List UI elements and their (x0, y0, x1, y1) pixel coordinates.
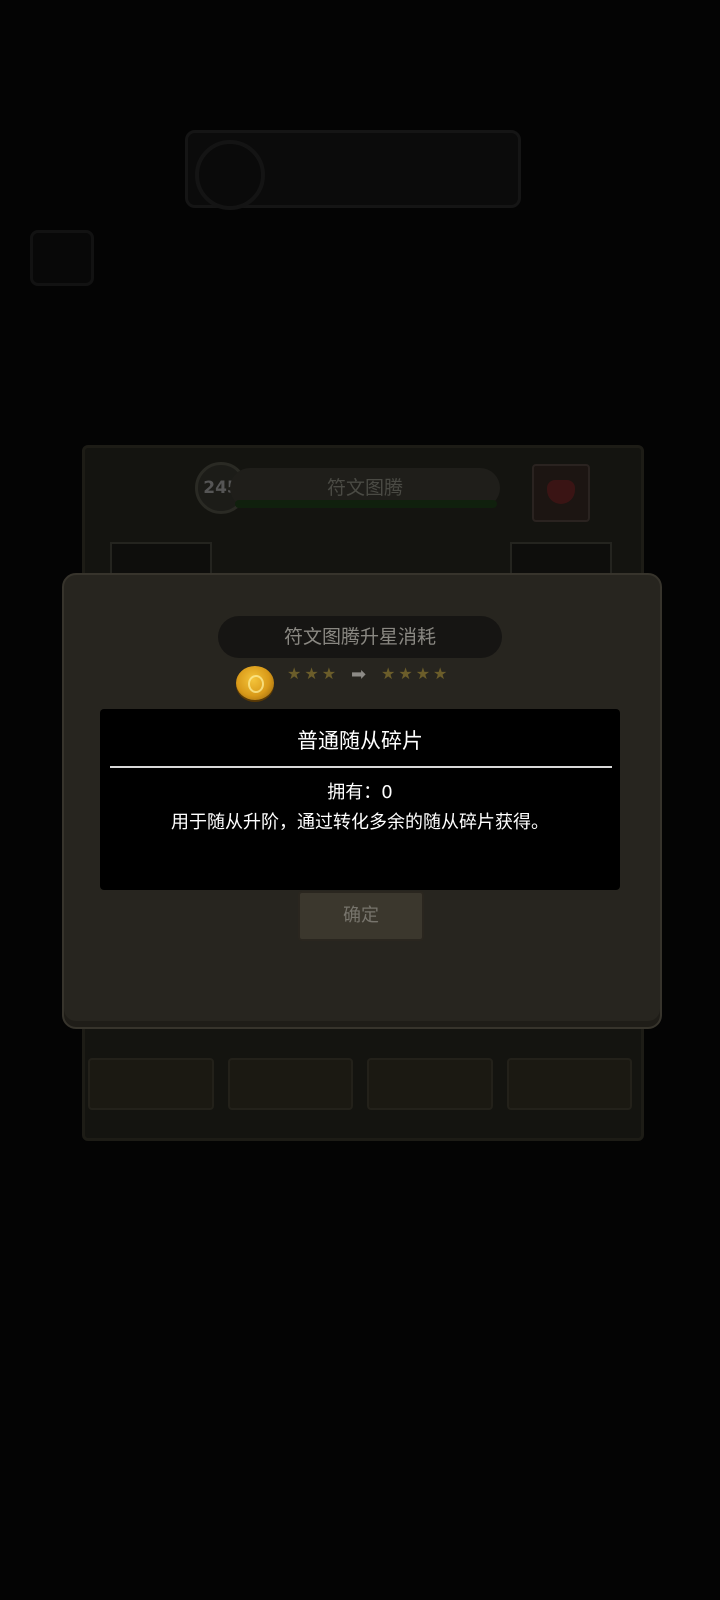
item-tooltip: 普通随从碎片 拥有：0 用于随从升阶，通过转化多余的随从碎片获得。 (100, 709, 620, 890)
owned-label: 拥有： (327, 782, 382, 803)
bottom-tabs (88, 1058, 632, 1110)
star-icon: ★ (321, 664, 337, 683)
owned-value: 0 (381, 782, 393, 803)
target-stars: ★ ★ ★ ★ (381, 664, 447, 683)
player-avatar (195, 140, 265, 210)
screen: 245 符文图腾 符文图腾升星消耗 ★ ★ ★ ➡ ★ ★ ★ ★ 确定 普通随从碎片 拥… (0, 0, 720, 1600)
star-icon: ★ (381, 664, 396, 683)
tab-1 (88, 1058, 214, 1110)
tab-4 (506, 1058, 632, 1110)
progress-bar (235, 500, 497, 508)
star-icon: ★ (415, 664, 431, 683)
tooltip-divider (110, 766, 612, 768)
tooltip-owned: 拥有：0 (100, 778, 620, 804)
tab-3 (367, 1058, 493, 1110)
gold-coin-icon[interactable] (236, 666, 274, 700)
tab-2 (227, 1058, 353, 1110)
current-stars: ★ ★ ★ (287, 664, 336, 683)
tooltip-description: 用于随从升阶，通过转化多余的随从碎片获得。 (171, 812, 549, 833)
heart-icon (532, 464, 590, 522)
confirm-button[interactable]: 确定 (298, 891, 424, 941)
star-icon: ★ (304, 664, 319, 683)
side-menu-icon (30, 230, 94, 286)
star-icon: ★ (433, 664, 448, 683)
arrow-right-icon: ➡ (351, 664, 367, 685)
star-icon: ★ (287, 664, 302, 683)
dialog-title: 符文图腾升星消耗 (218, 616, 502, 658)
tooltip-title: 普通随从碎片 (297, 729, 423, 753)
star-icon: ★ (398, 664, 413, 683)
